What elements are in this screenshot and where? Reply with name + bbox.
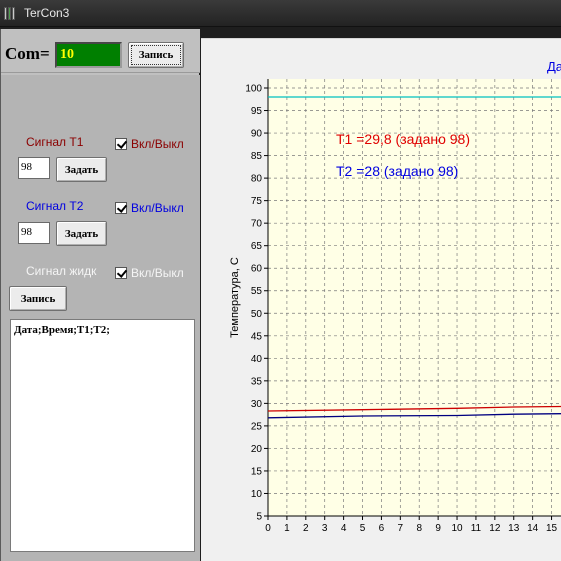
client-area: Com= 10 Запись Сигнал T1 Вкл/Выкл 98 Зад…: [0, 27, 561, 561]
signal-liquid-label: Сигнал жидк: [26, 264, 97, 278]
signals-panel: Сигнал T1 Вкл/Выкл 98 Задать Сигнал T2 В…: [1, 75, 200, 561]
app-icon: [4, 7, 18, 20]
y-axis-label: Температура, С: [229, 257, 241, 338]
y-tick-label: 45: [251, 331, 263, 342]
annotation-t1: T1 =29,8 (задано 98): [336, 131, 470, 147]
y-tick-label: 60: [251, 264, 263, 275]
signal-liquid-toggle-label: Вкл/Выкл: [131, 266, 184, 280]
x-tick-label: 8: [416, 523, 422, 534]
signal-t2-set-button[interactable]: Задать: [56, 221, 107, 246]
x-tick-label: 0: [265, 523, 271, 534]
signal-t2-toggle-label: Вкл/Выкл: [131, 201, 184, 215]
y-tick-label: 100: [245, 84, 262, 95]
y-tick-label: 5: [256, 512, 262, 523]
chart-panel: 5 10 15 20 25 30 35 40 45 50 55 60 65 70 75 80 85 90 95 100…: [201, 38, 561, 561]
com-label: Com=: [5, 44, 50, 63]
y-tick-label: 80: [251, 174, 263, 185]
signal-t1-set-button[interactable]: Задать: [56, 157, 107, 182]
signal-t2-checkbox[interactable]: [115, 202, 127, 214]
y-tick-label: 70: [251, 219, 263, 230]
y-tick-label: 50: [251, 309, 263, 320]
signal-t2-toggle[interactable]: Вкл/Выкл: [115, 201, 184, 215]
y-tick-label: 75: [251, 196, 263, 207]
y-tick-label: 40: [251, 354, 263, 365]
y-tick-label: 10: [251, 489, 263, 500]
signal-t1-toggle[interactable]: Вкл/Выкл: [115, 137, 184, 151]
x-tick-label: 6: [379, 523, 385, 534]
signal-t1-toggle-label: Вкл/Выкл: [131, 137, 184, 151]
y-tick-label: 65: [251, 241, 263, 252]
y-tick-label: 20: [251, 444, 263, 455]
x-tick-label: 11: [471, 523, 482, 534]
x-tick-label: 5: [360, 523, 366, 534]
x-tick-label: 14: [527, 523, 539, 534]
window-title: TerCon3: [24, 6, 70, 20]
x-tick-label: 4: [341, 523, 347, 534]
com-port-field[interactable]: 10: [55, 42, 122, 68]
x-tick-label: 13: [508, 523, 520, 534]
com-port-area: Com= 10 Запись: [1, 29, 200, 73]
x-tick-label: 7: [398, 523, 404, 534]
y-tick-label: 30: [251, 399, 263, 410]
com-record-button[interactable]: Запись: [128, 42, 184, 68]
control-panel: Com= 10 Запись Сигнал T1 Вкл/Выкл 98 Зад…: [0, 29, 200, 561]
log-header-line: Дата;Время;T1;T2;: [14, 324, 110, 336]
signal-liquid-checkbox[interactable]: [115, 267, 127, 279]
signal-t2-input[interactable]: 98: [18, 222, 50, 244]
annotation-t2: T2 =28 (задано 98): [336, 163, 458, 179]
temperature-chart: 5101520253035404550556065707580859095100…: [229, 59, 561, 534]
signal-t1-checkbox[interactable]: [115, 138, 127, 150]
signal-t1-input[interactable]: 98: [18, 157, 50, 179]
y-tick-label: 15: [251, 466, 263, 477]
x-tick-label: 2: [303, 523, 309, 534]
y-tick-label: 85: [251, 151, 263, 162]
x-tick-label: 15: [546, 523, 558, 534]
log-record-button[interactable]: Запись: [9, 286, 67, 311]
log-textarea[interactable]: Дата;Время;T1;T2;: [10, 319, 195, 552]
x-tick-label: 1: [284, 523, 290, 534]
y-tick-label: 25: [251, 421, 263, 432]
x-tick-label: 12: [489, 523, 501, 534]
y-tick-label: 95: [251, 106, 263, 117]
x-tick-label: 3: [322, 523, 328, 534]
x-tick-label: 10: [451, 523, 463, 534]
y-tick-label: 55: [251, 286, 263, 297]
title-bar: TerCon3: [0, 0, 561, 27]
signal-liquid-toggle[interactable]: Вкл/Выкл: [115, 266, 184, 280]
y-tick-label: 90: [251, 129, 263, 140]
signal-t2-label: Сигнал T2: [26, 199, 84, 213]
y-tick-label: 35: [251, 376, 263, 387]
signal-t1-label: Сигнал T1: [26, 135, 84, 149]
x-tick-label: 9: [435, 523, 441, 534]
chart-title-partial: Да: [547, 59, 561, 74]
